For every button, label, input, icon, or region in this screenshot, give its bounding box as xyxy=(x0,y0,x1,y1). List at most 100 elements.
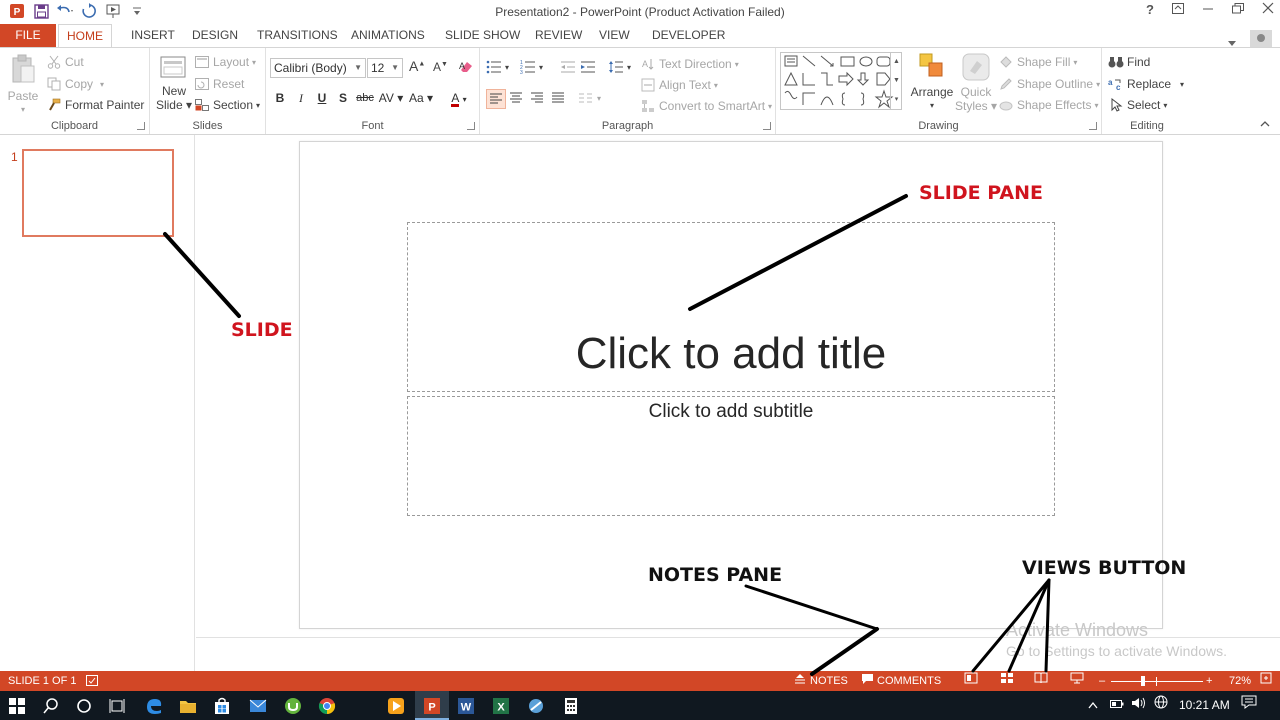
shape-fill-button[interactable]: Shape Fill ▾ xyxy=(998,54,1077,70)
zoom-slider-thumb[interactable] xyxy=(1141,676,1145,686)
tab-slide-show[interactable]: SLIDE SHOW xyxy=(437,24,528,48)
tab-transitions[interactable]: TRANSITIONS xyxy=(249,24,346,48)
search-icon[interactable] xyxy=(40,695,62,717)
shapes-gallery[interactable]: ▲ ▼ ▾ xyxy=(780,52,902,110)
tab-review[interactable]: REVIEW xyxy=(527,24,590,48)
font-family-select[interactable]: Calibri (Body) ▼ xyxy=(270,58,366,78)
drawing-launcher-icon[interactable] xyxy=(1089,122,1097,130)
font-color-button[interactable]: A ▾ xyxy=(446,89,472,107)
network-globe-icon[interactable] xyxy=(1154,691,1168,720)
zoom-level[interactable]: 72% xyxy=(1229,671,1251,691)
reading-view-button[interactable] xyxy=(1034,671,1048,691)
notes-button[interactable]: NOTES xyxy=(794,671,848,691)
close-icon[interactable] xyxy=(1262,2,1274,17)
word-taskbar-icon[interactable]: W xyxy=(455,695,477,717)
fit-slide-button[interactable] xyxy=(1260,671,1272,691)
align-center-button[interactable] xyxy=(508,90,524,106)
store-icon[interactable] xyxy=(211,695,233,717)
zoom-out-button[interactable]: – xyxy=(1099,671,1105,691)
decrease-font-size-button[interactable]: A▼ xyxy=(433,60,448,74)
taskbar-clock[interactable]: 10:21 AM xyxy=(1179,691,1230,720)
edge-browser-icon[interactable] xyxy=(143,695,165,717)
copy-button[interactable]: Copy ▾ xyxy=(46,76,104,92)
slide-thumbnail[interactable] xyxy=(22,149,174,237)
utorrent-icon[interactable] xyxy=(282,695,304,717)
minimize-icon[interactable] xyxy=(1202,2,1214,17)
snipping-tool-icon[interactable] xyxy=(525,695,547,717)
tab-design[interactable]: DESIGN xyxy=(184,24,246,48)
shape-effects-button[interactable]: Shape Effects ▾ xyxy=(998,97,1099,113)
layout-button[interactable]: Layout ▾ xyxy=(194,54,256,70)
paragraph-launcher-icon[interactable] xyxy=(763,122,771,130)
columns-button[interactable]: ▾ xyxy=(578,90,601,106)
title-placeholder[interactable]: Click to add title xyxy=(407,222,1055,392)
windows-start-icon[interactable] xyxy=(6,695,28,717)
increase-font-size-button[interactable]: A▲ xyxy=(409,58,425,74)
shape-outline-button[interactable]: Shape Outline ▾ xyxy=(998,76,1100,92)
clipboard-launcher-icon[interactable] xyxy=(137,122,145,130)
text-direction-button[interactable]: A Text Direction ▾ xyxy=(640,56,739,72)
slide-sorter-view-button[interactable] xyxy=(1000,671,1014,691)
help-button[interactable]: ? xyxy=(1146,2,1154,17)
restore-icon[interactable] xyxy=(1232,2,1244,17)
slide-show-view-button[interactable] xyxy=(1070,671,1084,691)
decrease-indent-button[interactable] xyxy=(560,59,576,75)
task-view-icon[interactable] xyxy=(106,695,128,717)
powerpoint-taskbar-icon[interactable]: P xyxy=(421,695,443,717)
spell-check-icon[interactable] xyxy=(86,671,99,691)
tab-insert[interactable]: INSERT xyxy=(123,24,183,48)
volume-icon[interactable] xyxy=(1131,691,1147,720)
tab-view[interactable]: VIEW xyxy=(591,24,638,48)
italic-button[interactable]: I xyxy=(292,89,310,107)
convert-smartart-button[interactable]: Convert to SmartArt ▾ xyxy=(640,98,772,114)
collapse-ribbon-icon[interactable] xyxy=(1260,119,1270,130)
align-right-button[interactable] xyxy=(529,90,545,106)
reset-button[interactable]: Reset xyxy=(194,76,244,92)
zoom-in-button[interactable]: + xyxy=(1206,671,1212,691)
mail-icon[interactable] xyxy=(247,695,269,717)
battery-icon[interactable] xyxy=(1110,691,1124,720)
calculator-icon[interactable] xyxy=(560,695,582,717)
line-spacing-button[interactable]: ▾ xyxy=(608,59,631,75)
text-shadow-button[interactable]: S xyxy=(334,89,352,107)
tab-developer[interactable]: DEVELOPER xyxy=(644,24,733,48)
underline-button[interactable]: U xyxy=(313,89,331,107)
character-spacing-button[interactable]: AV ▾ xyxy=(378,89,404,107)
align-left-button[interactable] xyxy=(486,89,506,109)
ribbon-display-options-icon[interactable] xyxy=(1172,2,1184,17)
replace-button[interactable]: ac Replace ▾ xyxy=(1108,76,1184,92)
subtitle-placeholder[interactable]: Click to add subtitle xyxy=(407,396,1055,516)
slide-canvas[interactable]: Click to add title Click to add subtitle xyxy=(299,141,1163,629)
excel-taskbar-icon[interactable]: X xyxy=(490,695,512,717)
media-player-icon[interactable] xyxy=(385,695,407,717)
font-launcher-icon[interactable] xyxy=(467,122,475,130)
tab-animations[interactable]: ANIMATIONS xyxy=(343,24,433,48)
tab-home[interactable]: HOME xyxy=(58,24,112,49)
select-button[interactable]: Select ▾ xyxy=(1108,97,1167,113)
slide-count-status[interactable]: SLIDE 1 OF 1 xyxy=(8,671,76,691)
cut-button[interactable]: Cut xyxy=(46,54,84,70)
arrange-button[interactable]: Arrange ▾ xyxy=(910,52,954,110)
shapes-gallery-scroll[interactable]: ▲ ▼ ▾ xyxy=(890,52,902,110)
paste-button[interactable]: Paste ▾ xyxy=(6,54,40,114)
cortana-icon[interactable] xyxy=(73,695,95,717)
new-slide-button[interactable]: New Slide ▾ xyxy=(155,53,193,112)
file-explorer-icon[interactable] xyxy=(177,695,199,717)
find-button[interactable]: Find xyxy=(1108,54,1150,70)
action-center-icon[interactable] xyxy=(1241,691,1257,720)
bullets-button[interactable]: ▾ xyxy=(486,59,509,75)
normal-view-button[interactable] xyxy=(964,671,978,691)
tab-file[interactable]: FILE xyxy=(0,24,56,48)
change-case-button[interactable]: Aa ▾ xyxy=(408,89,434,107)
format-painter-button[interactable]: Format Painter xyxy=(46,97,144,113)
quick-styles-button[interactable]: Quick Styles ▾ xyxy=(955,52,997,113)
chrome-icon[interactable] xyxy=(316,695,338,717)
numbering-button[interactable]: 123 ▾ xyxy=(520,59,543,75)
font-size-select[interactable]: 12 ▼ xyxy=(367,58,403,78)
increase-indent-button[interactable] xyxy=(580,59,596,75)
align-text-button[interactable]: Align Text ▾ xyxy=(640,77,718,93)
tray-show-hidden-icon[interactable] xyxy=(1088,691,1098,720)
strikethrough-button[interactable]: abc xyxy=(354,89,376,107)
section-button[interactable]: Section ▾ xyxy=(194,97,260,113)
bold-button[interactable]: B xyxy=(271,89,289,107)
